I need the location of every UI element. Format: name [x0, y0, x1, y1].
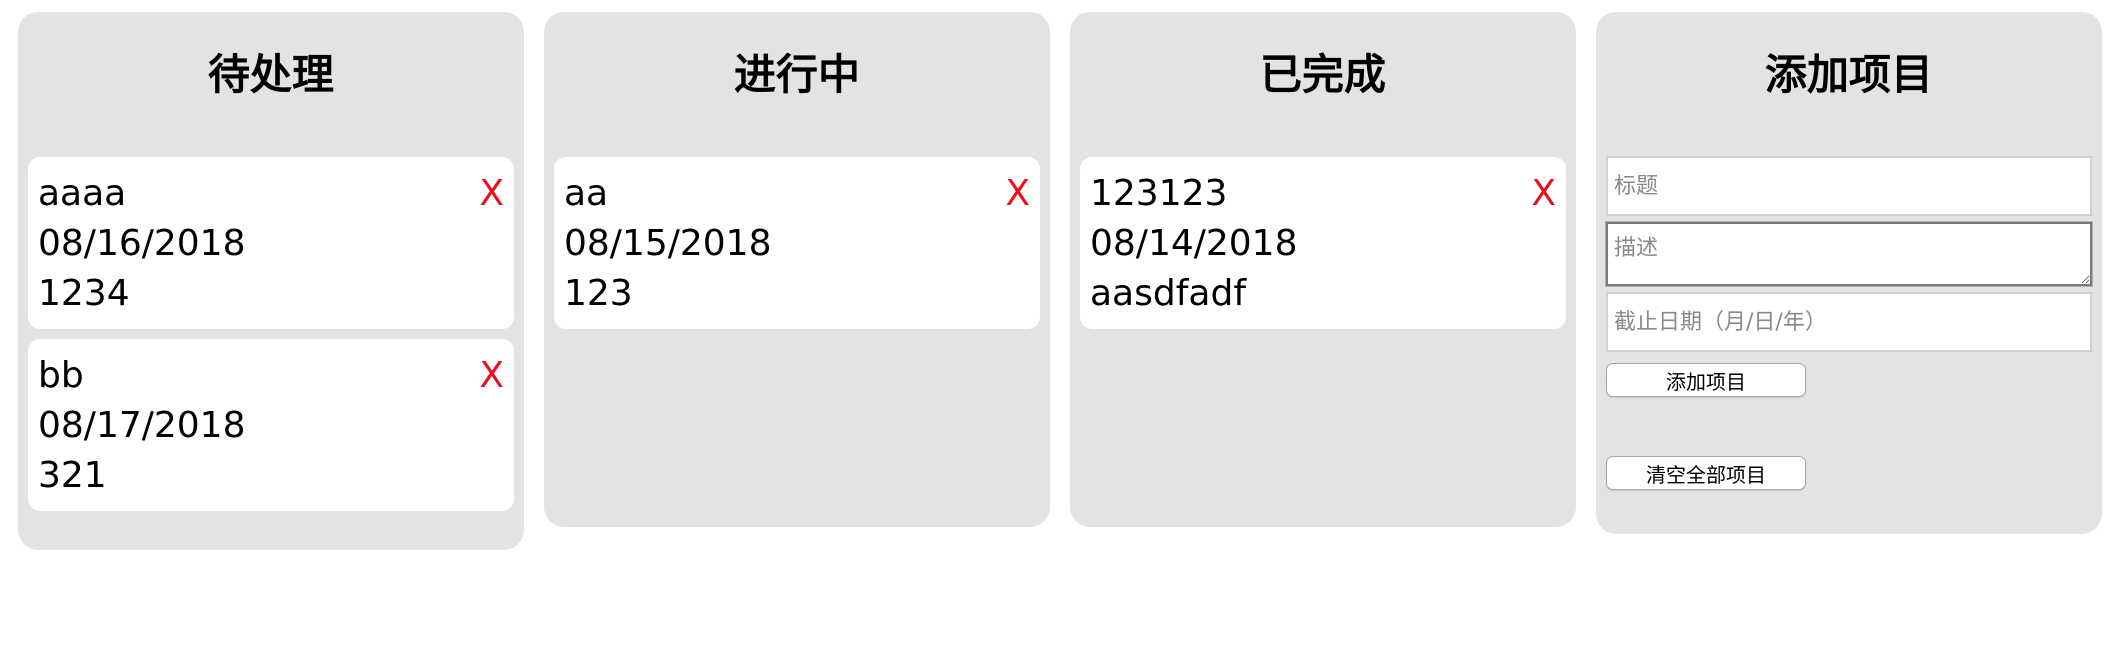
delete-icon[interactable]: X	[479, 353, 504, 399]
card-date: 08/17/2018	[38, 405, 246, 446]
task-card: aaaa 08/16/2018 1234 X	[28, 157, 514, 329]
kanban-board: 待处理 aaaa 08/16/2018 1234 X bb 08/17/2018…	[18, 12, 2102, 552]
card-description: 1234	[38, 273, 130, 314]
column-title: 待处理	[207, 50, 334, 99]
card-date: 08/15/2018	[564, 223, 772, 264]
task-card: aa 08/15/2018 123 X	[554, 157, 1040, 329]
card-title: 123123	[1090, 173, 1228, 214]
card-date: 08/16/2018	[38, 223, 246, 264]
add-item-form: 添加项目 清空全部项目	[1605, 156, 2093, 490]
column-title: 进行中	[733, 50, 860, 99]
add-item-button[interactable]: 添加项目	[1606, 363, 1806, 397]
card-description: 123	[564, 273, 633, 314]
card-list: 123123 08/14/2018 aasdfadf X	[1080, 157, 1566, 339]
card-list: aa 08/15/2018 123 X	[554, 157, 1040, 339]
card-description: 321	[38, 455, 107, 496]
card-list: aaaa 08/16/2018 1234 X bb 08/17/2018 321…	[28, 157, 514, 521]
column-done: 已完成 123123 08/14/2018 aasdfadf X	[1070, 12, 1576, 527]
panel-title: 添加项目	[1764, 50, 1933, 99]
card-date: 08/14/2018	[1090, 223, 1298, 264]
card-title: aa	[564, 173, 609, 214]
card-title: aaaa	[38, 173, 127, 214]
column-todo: 待处理 aaaa 08/16/2018 1234 X bb 08/17/2018…	[18, 12, 524, 550]
add-item-panel: 添加项目 添加项目 清空全部项目	[1596, 12, 2102, 534]
task-card: 123123 08/14/2018 aasdfadf X	[1080, 157, 1566, 329]
due-date-input[interactable]	[1606, 292, 2092, 352]
title-input[interactable]	[1606, 156, 2092, 216]
card-title: bb	[38, 355, 84, 396]
task-card: bb 08/17/2018 321 X	[28, 339, 514, 511]
delete-icon[interactable]: X	[1005, 171, 1030, 217]
column-in-progress: 进行中 aa 08/15/2018 123 X	[544, 12, 1050, 527]
delete-icon[interactable]: X	[479, 171, 504, 217]
clear-all-button[interactable]: 清空全部项目	[1606, 456, 1806, 490]
delete-icon[interactable]: X	[1531, 171, 1556, 217]
description-textarea[interactable]	[1605, 221, 2093, 287]
column-title: 已完成	[1259, 50, 1386, 99]
card-description: aasdfadf	[1090, 273, 1246, 314]
